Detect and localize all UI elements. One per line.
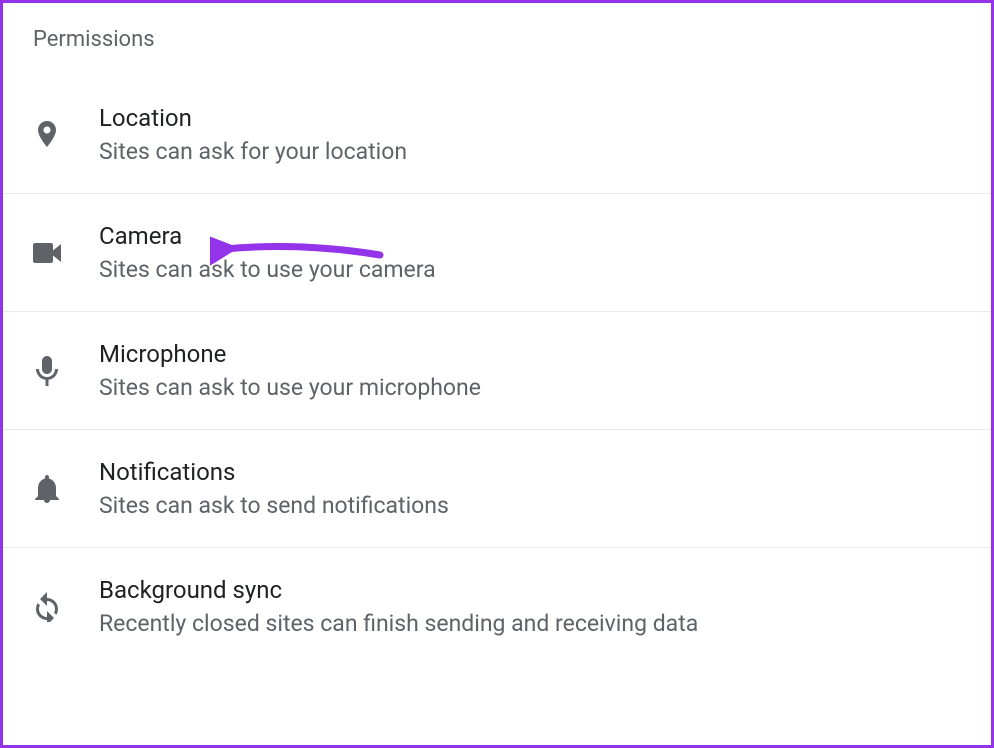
permission-description: Sites can ask for your location xyxy=(99,138,407,165)
permission-title: Location xyxy=(99,104,407,132)
location-icon xyxy=(33,121,61,149)
camera-icon xyxy=(33,239,61,267)
permission-title: Notifications xyxy=(99,458,449,486)
permission-description: Recently closed sites can finish sending… xyxy=(99,610,698,637)
permissions-panel: Permissions Location Sites can ask for y… xyxy=(0,0,994,748)
permission-title: Background sync xyxy=(99,576,698,604)
permission-item-notifications[interactable]: Notifications Sites can ask to send noti… xyxy=(3,429,991,547)
permission-item-microphone[interactable]: Microphone Sites can ask to use your mic… xyxy=(3,311,991,429)
sync-icon xyxy=(33,593,61,621)
permission-item-location[interactable]: Location Sites can ask for your location xyxy=(3,76,991,193)
section-title: Permissions xyxy=(3,3,991,76)
permission-text: Background sync Recently closed sites ca… xyxy=(99,576,698,637)
permission-description: Sites can ask to send notifications xyxy=(99,492,449,519)
permission-title: Microphone xyxy=(99,340,481,368)
permission-item-camera[interactable]: Camera Sites can ask to use your camera xyxy=(3,193,991,311)
bell-icon xyxy=(33,475,61,503)
permission-text: Location Sites can ask for your location xyxy=(99,104,407,165)
permission-list: Location Sites can ask for your location… xyxy=(3,76,991,665)
permission-title: Camera xyxy=(99,222,436,250)
permission-text: Notifications Sites can ask to send noti… xyxy=(99,458,449,519)
permission-description: Sites can ask to use your camera xyxy=(99,256,436,283)
permission-text: Camera Sites can ask to use your camera xyxy=(99,222,436,283)
microphone-icon xyxy=(33,357,61,385)
permission-item-background-sync[interactable]: Background sync Recently closed sites ca… xyxy=(3,547,991,665)
permission-description: Sites can ask to use your microphone xyxy=(99,374,481,401)
permission-text: Microphone Sites can ask to use your mic… xyxy=(99,340,481,401)
